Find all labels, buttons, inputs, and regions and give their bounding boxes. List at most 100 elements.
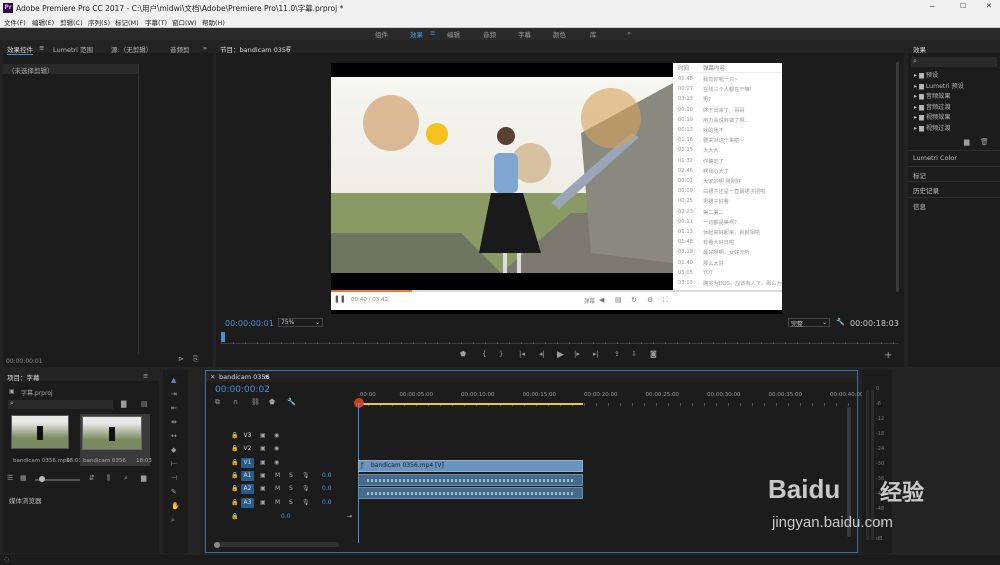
settings-icon[interactable]: ⚙ bbox=[647, 296, 653, 304]
linked-selection-icon[interactable]: ⛓ bbox=[251, 398, 260, 406]
menu-title[interactable]: 字幕(T) bbox=[145, 17, 167, 27]
step-back-icon[interactable]: ◂| bbox=[539, 350, 545, 358]
tab-audio-mixer[interactable]: 音频剪 bbox=[170, 44, 190, 54]
menu-window[interactable]: 窗口(W) bbox=[172, 17, 197, 27]
new-bin-icon[interactable]: ▆ bbox=[964, 138, 969, 146]
zoom-slider[interactable] bbox=[35, 476, 80, 482]
find-icon[interactable]: ⌕ bbox=[124, 474, 128, 483]
danmaku-row[interactable]: 00:25 男裙子好看 bbox=[673, 198, 782, 208]
work-area-bar[interactable] bbox=[358, 403, 583, 405]
danmaku-row[interactable]: 01:32 你确定了 bbox=[673, 158, 782, 168]
program-ruler[interactable] bbox=[221, 332, 899, 344]
lock-icon[interactable]: 🔒 bbox=[231, 499, 238, 506]
pen-icon[interactable]: ✎ bbox=[171, 488, 177, 496]
track-select-icon[interactable]: ⇥ bbox=[171, 390, 177, 398]
lock-icon[interactable]: 🔒 bbox=[231, 472, 238, 479]
danmaku-row[interactable]: 01:15 大大大 bbox=[673, 147, 782, 157]
audio-level[interactable]: 0.0 bbox=[322, 499, 332, 506]
fullscreen-icon[interactable]: ⛶ bbox=[663, 296, 668, 305]
track-header-v3[interactable]: 🔒 V3 ▣ ◉ bbox=[206, 431, 356, 443]
menu-help[interactable]: 帮助(H) bbox=[202, 17, 225, 27]
sequence-thumb[interactable]: bandicam 0356 18:03 bbox=[80, 414, 152, 466]
right-section-tab[interactable]: Lumetri Color bbox=[908, 150, 1000, 164]
effects-tree-item[interactable]: ▸ ▆ 视频效果 bbox=[914, 112, 951, 121]
export-icon[interactable]: ⎘ bbox=[193, 355, 199, 364]
icon-view-icon[interactable]: ▦ bbox=[20, 474, 27, 482]
menu-edit[interactable]: 编辑(E) bbox=[32, 17, 54, 27]
audio-clip-a2[interactable] bbox=[358, 487, 583, 499]
mute-icon[interactable]: M bbox=[275, 499, 280, 506]
track-target[interactable]: A3 bbox=[241, 497, 254, 508]
right-section-tab[interactable]: 历史记录 bbox=[908, 181, 1000, 195]
workspace-captions[interactable]: 字幕 bbox=[518, 29, 531, 39]
play-icon[interactable]: ▶ bbox=[557, 350, 564, 360]
lock-icon[interactable]: 🔒 bbox=[231, 445, 238, 452]
maximize-icon[interactable]: ☐ bbox=[960, 2, 966, 10]
film-icon[interactable]: ▣ bbox=[260, 485, 266, 492]
danmaku-row[interactable]: 01:40 那么太好 bbox=[673, 260, 782, 270]
danmaku-row[interactable]: 01:48 我觉你唱一只~ bbox=[673, 76, 782, 86]
close-icon[interactable]: ✕ bbox=[986, 2, 992, 10]
danmaku-row[interactable]: 00:01 大家的啊 刚刚好 bbox=[673, 178, 782, 188]
loop-icon[interactable]: ↻ bbox=[631, 296, 637, 304]
timeline-menu-icon[interactable]: ≡ bbox=[264, 373, 269, 381]
track-header-a2[interactable]: 🔒 A2 ▣ M S 🎙 0.0 bbox=[206, 484, 356, 496]
effects-tree-item[interactable]: ▸ ▆ 音频过渡 bbox=[914, 102, 951, 111]
danmaku-label[interactable]: 弹幕 bbox=[584, 297, 595, 305]
hand-icon[interactable]: ✋ bbox=[171, 502, 180, 510]
monitor-scrollbar[interactable] bbox=[896, 62, 899, 292]
list-view-icon[interactable]: ▤ bbox=[141, 400, 148, 408]
film-icon[interactable]: ▣ bbox=[260, 499, 266, 506]
wrench-icon[interactable]: 🔧 bbox=[836, 318, 845, 326]
timeline-hscroll[interactable] bbox=[214, 542, 339, 548]
rate-stretch-icon[interactable]: ↔ bbox=[171, 432, 177, 440]
mark-out-icon[interactable]: } bbox=[499, 350, 503, 358]
solo-icon[interactable]: S bbox=[289, 499, 293, 506]
marker-icon[interactable]: ⬟ bbox=[269, 398, 275, 406]
workspace-audio[interactable]: 音频 bbox=[483, 29, 496, 39]
menu-sequence[interactable]: 序列(S) bbox=[88, 17, 110, 27]
track-target[interactable]: A2 bbox=[241, 484, 254, 495]
quality-select[interactable]: 完整 ⌄ bbox=[788, 318, 830, 328]
settings-icon[interactable]: 🔧 bbox=[287, 398, 296, 406]
nest-icon[interactable]: ⧉ bbox=[215, 398, 220, 407]
film-icon[interactable]: ▣ bbox=[260, 459, 266, 466]
step-forward-icon[interactable]: |▸ bbox=[574, 350, 580, 358]
danmaku-row[interactable]: 02:23 第二第二 bbox=[673, 209, 782, 219]
tab-effect-controls[interactable]: 效果控件 bbox=[7, 44, 33, 55]
clip-thumb[interactable]: bandicam 0356.mp4 18:03 bbox=[11, 415, 82, 465]
effects-tree-item[interactable]: ▸ ▆ 预设 bbox=[914, 70, 938, 79]
danmaku-row[interactable]: 00:19 用力会说好做了啊... bbox=[673, 117, 782, 127]
project-search[interactable]: ⌕ bbox=[8, 399, 113, 409]
workspace-more-icon[interactable]: » bbox=[627, 29, 631, 37]
mic-icon[interactable]: 🎙 bbox=[302, 472, 310, 479]
right-section-tab[interactable]: 信息 bbox=[908, 196, 1000, 211]
menu-clip[interactable]: 剪辑(C) bbox=[60, 17, 83, 27]
danmaku-row[interactable]: 03:03 确实为DOS，应该有人了，那么为 bbox=[673, 280, 782, 290]
media-browser-tab[interactable]: 媒体浏览器 bbox=[9, 495, 42, 505]
master-track[interactable]: 🔒 0.0 ⇥ bbox=[206, 513, 356, 525]
effects-tree-item[interactable]: ▸ ▆ 视频过渡 bbox=[914, 123, 951, 132]
bin-icon[interactable]: ▇ bbox=[121, 400, 126, 408]
danmaku-row[interactable]: 00:07 在线三个人都在干嘛! bbox=[673, 86, 782, 96]
snap-icon[interactable]: ∩ bbox=[233, 398, 238, 406]
mic-icon[interactable]: 🎙 bbox=[302, 485, 310, 492]
menu-file[interactable]: 文件(F) bbox=[4, 17, 26, 27]
danmaku-icon[interactable]: ▤ bbox=[615, 296, 622, 304]
volume-icon[interactable]: ◀ bbox=[599, 296, 604, 304]
tab-source[interactable]: 源:（无剪辑） bbox=[111, 44, 152, 54]
filter-icon[interactable]: ⊳ bbox=[178, 355, 184, 363]
right-section-tab[interactable]: 标记 bbox=[908, 165, 1000, 180]
danmaku-row[interactable]: 03:19 最好啊啊，女好无听 bbox=[673, 249, 782, 259]
go-to-out-icon[interactable]: ▸| bbox=[593, 350, 599, 358]
mute-icon[interactable]: M bbox=[275, 472, 280, 479]
eye-icon[interactable]: ◉ bbox=[274, 459, 279, 466]
lock-icon[interactable]: 🔒 bbox=[231, 432, 238, 439]
panel-more-icon[interactable]: » bbox=[203, 44, 207, 52]
project-menu-icon[interactable]: ≡ bbox=[143, 372, 148, 380]
add-button-icon[interactable]: + bbox=[884, 350, 892, 361]
track-header-v1[interactable]: 🔒 V1 ▣ ◉ bbox=[206, 457, 356, 470]
pause-icon[interactable]: ❚❚ bbox=[334, 295, 346, 303]
tab-menu-icon[interactable]: ≡ bbox=[39, 44, 44, 52]
lock-icon[interactable]: 🔒 bbox=[231, 459, 238, 466]
